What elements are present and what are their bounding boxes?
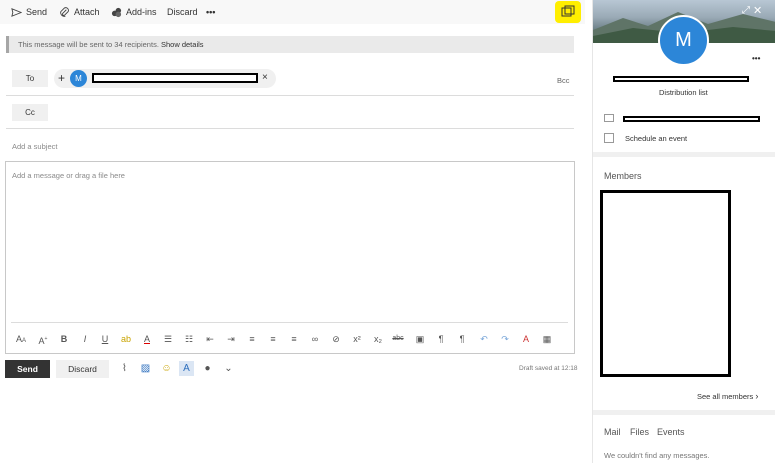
panel-avatar: M — [658, 15, 709, 66]
toolbar-discard-label: Discard — [167, 7, 198, 17]
grow-font-icon[interactable]: A+ — [36, 332, 50, 346]
ltr-icon[interactable]: ¶ — [434, 332, 448, 346]
expand-icon[interactable]: ⤢ — [742, 5, 750, 16]
cc-divider — [6, 128, 574, 129]
bold-icon[interactable]: B — [57, 332, 71, 346]
toolbar-addins-label: Add-ins — [126, 7, 157, 17]
panel-divider-1 — [593, 152, 775, 157]
notice-text: This message will be sent to 34 recipien… — [18, 40, 159, 49]
discard-button[interactable]: Discard — [56, 360, 109, 378]
schedule-event-link[interactable]: Schedule an event — [625, 134, 687, 143]
recipient-avatar: M — [70, 70, 87, 87]
redo-icon[interactable]: ↷ — [498, 332, 512, 346]
redacted-recipient-name — [92, 73, 258, 83]
font-size-icon[interactable]: AA — [14, 332, 28, 346]
align-center-icon[interactable]: ≡ — [266, 332, 280, 346]
send-icon — [11, 7, 22, 17]
insert-picture-icon[interactable]: ▨ — [138, 361, 153, 376]
to-divider — [6, 95, 574, 96]
subscript-icon[interactable]: x₂ — [371, 332, 385, 346]
draft-status: Draft saved at 12:18 — [519, 365, 578, 372]
popout-icon — [561, 5, 575, 17]
chevron-down-icon[interactable]: ⌄ — [221, 361, 236, 376]
message-body[interactable]: Add a message or drag a file here — [5, 161, 575, 354]
format-toolbar-divider — [11, 322, 568, 323]
italic-icon[interactable]: I — [78, 332, 92, 346]
to-button[interactable]: To — [12, 70, 48, 87]
paperclip-icon — [60, 6, 69, 17]
calendar-icon — [604, 133, 614, 143]
font-color-icon[interactable]: A — [140, 332, 154, 346]
redacted-list-name — [613, 76, 749, 82]
strikethrough-icon[interactable]: abc — [391, 332, 405, 346]
numbering-icon[interactable]: ☷ — [182, 332, 196, 346]
emoji-icon[interactable]: ☺ — [159, 361, 174, 376]
toolbar-discard-button[interactable]: Discard — [167, 4, 198, 20]
bcc-link[interactable]: Bcc — [557, 76, 570, 85]
panel-more-icon[interactable]: ••• — [752, 54, 760, 63]
more-icon: ••• — [206, 7, 216, 17]
redacted-members-list — [600, 190, 731, 377]
body-placeholder: Add a message or drag a file here — [12, 171, 125, 180]
tab-files[interactable]: Files — [630, 427, 649, 437]
superscript-icon[interactable]: x² — [350, 332, 364, 346]
toolbar-attach-button[interactable]: Attach — [59, 4, 100, 20]
see-all-members-link[interactable]: See all members › — [697, 391, 758, 401]
see-all-members-label: See all members — [697, 392, 754, 401]
image-icon[interactable]: ▣ — [413, 332, 427, 346]
show-details-link[interactable]: Show details — [161, 40, 204, 49]
panel-divider-2 — [593, 410, 775, 415]
highlight-icon[interactable]: ab — [119, 332, 133, 346]
addins-icon — [111, 7, 122, 17]
redacted-email — [623, 116, 760, 122]
toolbar-send-button[interactable]: Send — [11, 4, 47, 20]
clear-format-icon[interactable]: A — [519, 332, 533, 346]
no-messages-text: We couldn't find any messages. — [604, 451, 710, 460]
mail-icon — [604, 114, 614, 122]
toolbar-more-button[interactable]: ••• — [206, 4, 215, 20]
toolbar-addins-button[interactable]: Add-ins — [111, 4, 157, 20]
addins-bottom-icon[interactable]: ● — [200, 361, 215, 376]
align-left-icon[interactable]: ≡ — [245, 332, 259, 346]
underline-icon[interactable]: U — [98, 332, 112, 346]
subject-input[interactable]: Add a subject — [12, 142, 57, 151]
popout-button[interactable] — [561, 5, 575, 18]
recipients-notice: This message will be sent to 34 recipien… — [6, 36, 574, 53]
table-icon[interactable]: ▦ — [540, 332, 554, 346]
tab-mail[interactable]: Mail — [604, 427, 621, 437]
increase-indent-icon[interactable]: ⇥ — [224, 332, 238, 346]
add-recipient-icon[interactable]: + — [58, 71, 65, 85]
members-heading: Members — [604, 171, 642, 181]
cc-button[interactable]: Cc — [12, 104, 48, 121]
close-icon[interactable]: ✕ — [753, 4, 762, 17]
decrease-indent-icon[interactable]: ⇤ — [203, 332, 217, 346]
send-button[interactable]: Send — [5, 360, 50, 378]
align-right-icon[interactable]: ≡ — [287, 332, 301, 346]
link-icon[interactable]: ∞ — [308, 332, 322, 346]
chevron-right-icon: › — [755, 391, 759, 401]
toolbar-attach-label: Attach — [74, 7, 100, 17]
bullets-icon[interactable]: ☰ — [161, 332, 175, 346]
undo-icon[interactable]: ↶ — [477, 332, 491, 346]
format-text-icon[interactable]: A — [179, 361, 194, 376]
remove-recipient-icon[interactable]: × — [262, 72, 268, 83]
toolbar-send-label: Send — [26, 7, 48, 17]
distribution-list-label: Distribution list — [659, 88, 708, 97]
tab-events[interactable]: Events — [657, 427, 685, 437]
rtl-icon[interactable]: ¶ — [455, 332, 469, 346]
attach-icon[interactable]: ⌇ — [117, 361, 132, 376]
unlink-icon[interactable]: ⊘ — [329, 332, 343, 346]
